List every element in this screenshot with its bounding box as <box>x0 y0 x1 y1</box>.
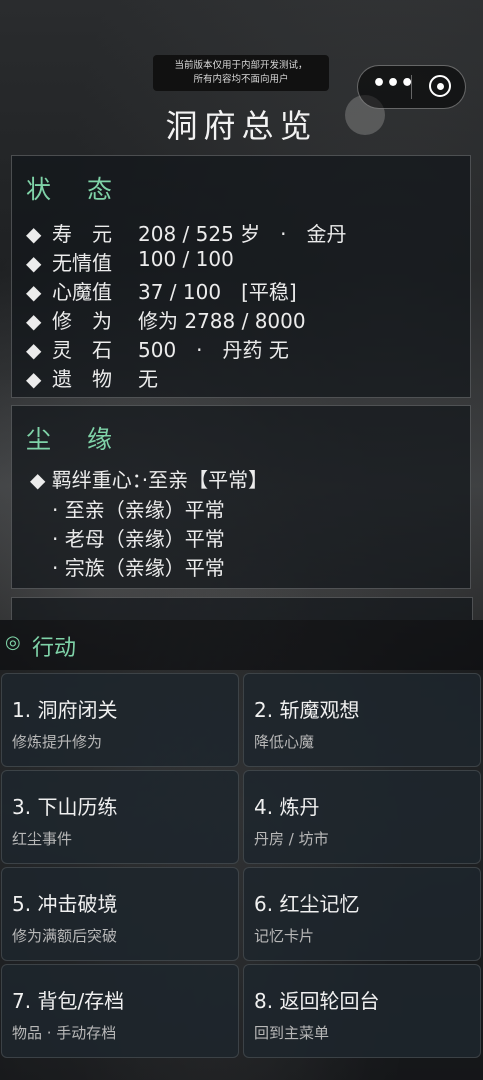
action-title: 4. 炼丹 <box>254 795 320 819</box>
status-panel: 状 态 ◆ 寿 元 208 / 525 岁 · 金丹 ◆ 无情值 100 / 100 ◆… <box>11 155 471 398</box>
action-title: 2. 斩魔观想 <box>254 698 360 722</box>
action-card-meditate[interactable]: 2. 斩魔观想 降低心魔 <box>243 673 481 767</box>
action-card-retreat[interactable]: 1. 洞府闭关 修炼提升修为 <box>1 673 239 767</box>
bond-item: · 宗族（亲缘）平常 <box>52 556 225 580</box>
status-row-demon: ◆ 心魔值 37 / 100 [平稳] <box>26 280 297 304</box>
capsule-divider <box>411 75 412 99</box>
action-subtitle: 丹房 / 坊市 <box>254 830 329 848</box>
bonds-panel-title: 尘 缘 <box>26 425 126 454</box>
action-card-return[interactable]: 8. 返回轮回台 回到主菜单 <box>243 964 481 1058</box>
action-subtitle: 降低心魔 <box>254 733 315 751</box>
status-row-relics: ◆ 遗 物无 <box>26 367 158 391</box>
diamond-icon: ◆ <box>26 280 42 304</box>
action-card-inventory[interactable]: 7. 背包/存档 物品 · 手动存档 <box>1 964 239 1058</box>
dev-notice: 当前版本仅用于内部开发测试， 所有内容均不面向用户 <box>153 55 329 91</box>
page-title: 洞府总览 <box>165 107 318 145</box>
action-subtitle: 红尘事件 <box>12 830 73 848</box>
dev-notice-line2: 所有内容均不面向用户 <box>193 74 289 85</box>
target-close-icon[interactable] <box>429 75 453 99</box>
action-card-journey[interactable]: 3. 下山历练 红尘事件 <box>1 770 239 864</box>
status-panel-title: 状 态 <box>26 175 126 204</box>
action-card-breakthrough[interactable]: 5. 冲击破境 修为满额后突破 <box>1 867 239 961</box>
actions-header-label: 行动 <box>32 636 77 661</box>
bonds-panel: 尘 缘 ◆ 羁绊重心：·至亲【平常】 · 至亲（亲缘）平常 · 老母（亲缘）平常… <box>11 405 471 589</box>
action-card-alchemy[interactable]: 4. 炼丹 丹房 / 坊市 <box>243 770 481 864</box>
action-title: 6. 红尘记忆 <box>254 892 360 916</box>
dev-notice-line1: 当前版本仅用于内部开发测试， <box>174 60 308 71</box>
action-title: 1. 洞府闭关 <box>12 698 118 722</box>
action-title: 8. 返回轮回台 <box>254 989 380 1013</box>
diamond-icon: ◆ <box>26 338 42 362</box>
bonds-main: ◆ 羁绊重心：·至亲【平常】 <box>30 468 269 492</box>
status-row-spirit-stones: ◆ 灵 石 500 · 丹药 无 <box>26 338 289 362</box>
action-card-memories[interactable]: 6. 红尘记忆 记忆卡片 <box>243 867 481 961</box>
action-subtitle: 物品 · 手动存档 <box>12 1024 117 1042</box>
status-row-ruthless: ◆ 无情值 100 / 100 <box>26 247 234 275</box>
next-panel-partial <box>11 597 473 620</box>
action-subtitle: 修为满额后突破 <box>12 927 118 945</box>
action-subtitle: 修炼提升修为 <box>12 733 103 751</box>
action-title: 3. 下山历练 <box>12 795 118 819</box>
overview-scroll-area[interactable]: 状 态 ◆ 寿 元 208 / 525 岁 · 金丹 ◆ 无情值 100 / 100 ◆… <box>0 150 483 620</box>
diamond-icon: ◆ <box>26 222 42 246</box>
diamond-icon: ◆ <box>26 367 42 391</box>
actions-header: ◎ 行动 <box>0 620 483 670</box>
action-title: 7. 背包/存档 <box>12 989 125 1013</box>
status-row-lifespan: ◆ 寿 元 208 / 525 岁 · 金丹 <box>26 222 347 246</box>
bond-item: · 至亲（亲缘）平常 <box>52 498 225 522</box>
status-row-cultivation: ◆ 修 为修为 2788 / 8000 <box>26 309 306 333</box>
diamond-icon: ◆ <box>26 251 42 275</box>
action-subtitle: 回到主菜单 <box>254 1024 330 1042</box>
action-subtitle: 记忆卡片 <box>254 927 315 945</box>
diamond-icon: ◆ <box>26 309 42 333</box>
action-title: 5. 冲击破境 <box>12 892 118 916</box>
more-dots-icon[interactable]: ••• <box>372 73 414 98</box>
circle-target-icon: ◎ <box>5 632 21 653</box>
bond-item: · 老母（亲缘）平常 <box>52 527 225 551</box>
